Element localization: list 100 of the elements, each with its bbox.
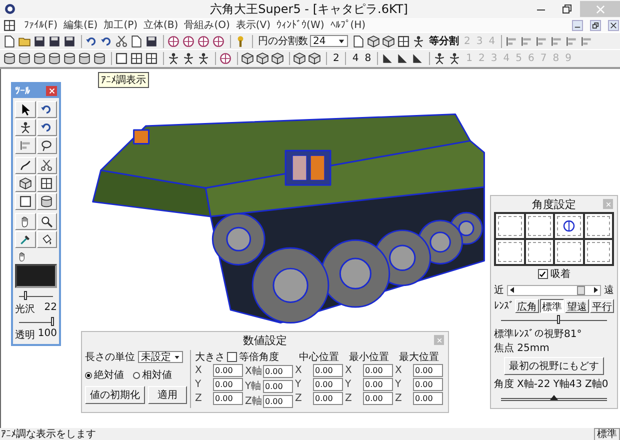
value-field[interactable]: 0.00 (213, 392, 243, 405)
triangle-icon[interactable] (411, 52, 424, 65)
globe-icon[interactable] (212, 34, 225, 48)
dropper-icon[interactable] (18, 233, 32, 246)
lens-button[interactable]: 望遠 (565, 299, 589, 313)
align-icon[interactable] (580, 34, 594, 48)
value-field[interactable]: 0.00 (413, 364, 443, 377)
menu-item[interactable]: 加工(P) (104, 18, 138, 32)
tool-button[interactable] (36, 175, 57, 192)
value-field[interactable]: 0.00 (363, 364, 393, 377)
value-field[interactable]: 0.00 (263, 380, 293, 392)
cube-icon[interactable] (271, 52, 284, 65)
value-field[interactable]: 0.00 (363, 392, 393, 405)
checkbox[interactable] (538, 269, 548, 279)
value-field[interactable]: 0.00 (413, 392, 443, 405)
minimize-button[interactable] (572, 20, 583, 30)
view-cell[interactable] (554, 239, 584, 265)
tool-button[interactable] (36, 137, 57, 154)
tool-button[interactable] (36, 157, 57, 174)
app-icon[interactable] (4, 3, 16, 15)
close-button[interactable] (608, 20, 619, 30)
count-button[interactable]: 2 (330, 53, 342, 64)
tool-button[interactable] (15, 213, 36, 230)
grid-icon[interactable] (130, 52, 143, 65)
align-icon[interactable] (505, 34, 518, 48)
align-icon[interactable] (565, 34, 578, 48)
cylinder-icon[interactable] (18, 52, 31, 65)
scissors-icon[interactable] (40, 159, 54, 172)
count-button[interactable]: 4 (349, 53, 362, 64)
lens-button[interactable]: 広角 (515, 299, 539, 313)
globe-icon[interactable] (197, 34, 210, 48)
cylinder-icon[interactable] (48, 52, 61, 65)
view-cell[interactable] (554, 213, 584, 239)
value-field[interactable]: 0.00 (213, 364, 243, 377)
menu-item[interactable]: 骨組み(O) (184, 18, 230, 32)
figure-icon[interactable] (412, 34, 425, 48)
dialog-button[interactable]: 値の初期化 (85, 386, 145, 404)
figure-icon[interactable] (197, 52, 210, 65)
color-swatch[interactable] (15, 264, 57, 288)
square-icon[interactable] (18, 195, 32, 208)
tool-button[interactable] (15, 157, 36, 174)
figure-icon[interactable] (433, 52, 446, 65)
cylinder-icon[interactable] (3, 52, 16, 65)
menu-item[interactable]: 表示(V) (236, 18, 271, 32)
grid-icon[interactable] (145, 52, 158, 65)
radio-button[interactable]: 相対値 (133, 368, 172, 382)
tool-button[interactable] (36, 101, 57, 118)
tool-button[interactable] (36, 119, 57, 136)
cylinder-icon[interactable] (40, 195, 54, 208)
figure-icon[interactable] (182, 52, 195, 65)
pen-icon[interactable] (18, 159, 32, 172)
cube-icon[interactable] (308, 52, 321, 65)
search-icon[interactable] (40, 215, 54, 228)
cylinder-icon[interactable] (78, 52, 91, 65)
value-field[interactable]: 0.00 (313, 378, 343, 391)
value-field[interactable]: 0.00 (263, 364, 293, 378)
unit-dropdown[interactable]: 未設定 (138, 351, 183, 363)
menu-item[interactable]: 立体(B) (144, 18, 178, 32)
checkbox[interactable] (227, 352, 237, 362)
triangle-icon[interactable] (396, 52, 410, 65)
globe-icon[interactable] (219, 52, 232, 65)
cube-icon[interactable] (18, 177, 32, 190)
cylinder-icon[interactable] (93, 52, 106, 65)
left-arrow-icon[interactable] (508, 286, 516, 294)
figure-icon[interactable] (448, 52, 462, 65)
curved-arrow-icon[interactable] (100, 34, 113, 48)
cube-icon[interactable] (367, 34, 380, 48)
view-cell[interactable] (584, 239, 613, 265)
align-icon[interactable] (18, 139, 32, 152)
value-field[interactable]: 0.00 (263, 394, 293, 408)
grid-icon[interactable] (3, 18, 16, 32)
align-icon[interactable] (520, 34, 534, 48)
cylinder-icon[interactable] (33, 52, 46, 65)
view-cell[interactable] (495, 239, 524, 265)
lens-button[interactable]: 平行 (590, 299, 614, 313)
align-icon[interactable] (550, 34, 564, 48)
dialog-button[interactable]: 適用 (148, 386, 187, 404)
globe-icon[interactable] (182, 34, 195, 48)
menu-item[interactable]: ﾍﾙﾌﾟ(H) (330, 19, 366, 31)
curved-arrow-icon[interactable] (40, 121, 54, 134)
value-field[interactable]: 0.00 (313, 392, 343, 405)
slider-thumb[interactable] (557, 315, 560, 324)
view-cell[interactable] (495, 213, 524, 239)
count-button[interactable]: 8 (362, 53, 374, 64)
value-field[interactable]: 0.00 (413, 378, 443, 391)
triangle-icon[interactable] (381, 52, 394, 65)
grid-icon[interactable] (40, 177, 54, 190)
tool-button[interactable] (15, 175, 36, 192)
globe-icon[interactable] (167, 34, 180, 48)
slider-thumb[interactable] (550, 395, 558, 400)
tool-button[interactable] (36, 231, 57, 248)
cube-icon[interactable] (293, 52, 306, 65)
right-arrow-icon[interactable] (592, 286, 600, 294)
lens-button[interactable]: 標準 (540, 299, 564, 313)
menu-item[interactable]: ｳｨﾝﾄﾞｳ(W) (276, 19, 324, 31)
value-field[interactable]: 0.00 (313, 364, 343, 377)
curved-arrow-icon[interactable] (40, 103, 54, 116)
cylinder-icon[interactable] (63, 52, 76, 65)
scissors-icon[interactable] (115, 34, 128, 48)
radio-button[interactable]: 絶対値 (85, 368, 124, 382)
